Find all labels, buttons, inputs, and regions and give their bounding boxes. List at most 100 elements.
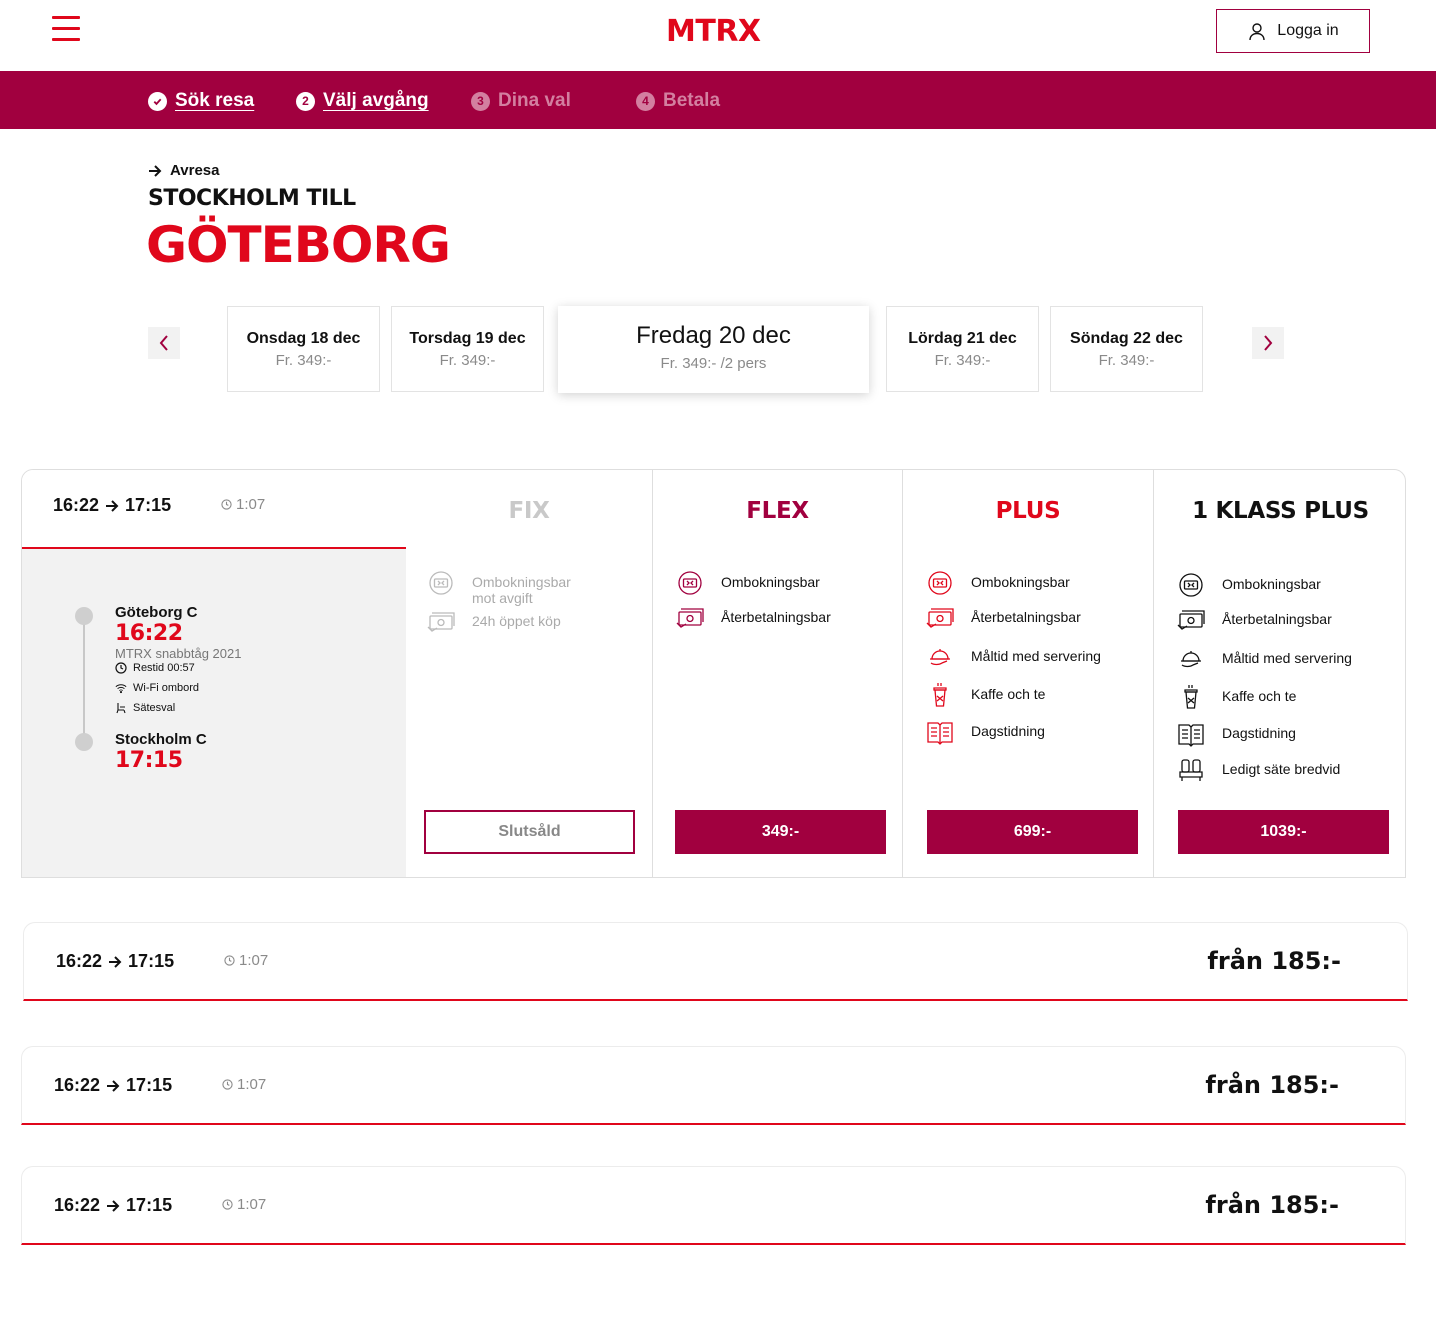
departure-row[interactable]: 16:22 17:15 1:07 från 185:- (21, 1046, 1406, 1125)
origin-time: 16:22 (115, 621, 183, 646)
depart-time: 16:22 (54, 1075, 101, 1095)
date-option[interactable]: Torsdag 19 dec Fr. 349:- (391, 306, 544, 392)
feature-text: Ombokningsbar (1222, 576, 1321, 592)
newspaper-icon (923, 718, 957, 746)
date-price: Fr. 349:- (275, 352, 332, 369)
arrow-right-icon (109, 955, 122, 968)
login-label: Logga in (1277, 22, 1339, 39)
rebook-ticket-icon (1174, 571, 1208, 599)
coffee-cup-icon (923, 681, 957, 709)
duration-text: 1:07 (236, 496, 266, 513)
user-icon (1249, 23, 1265, 41)
date-label: Torsdag 19 dec (409, 330, 526, 347)
date-option[interactable]: Söndag 22 dec Fr. 349:- (1050, 306, 1203, 392)
tier-feature: Dagstidning (1174, 720, 1296, 748)
duration: 1:07 (224, 952, 268, 969)
step-number: 4 (636, 91, 655, 111)
journey-timeline: Göteborg C 16:22 MTRX snabbtåg 2021 Rest… (22, 549, 406, 877)
feature-text: Måltid med servering (971, 648, 1101, 664)
date-price: Fr. 349:- /2 pers (660, 355, 767, 372)
step-label: Välj avgång (323, 90, 429, 111)
sold-out-button[interactable]: Slutsåld (424, 810, 635, 854)
tier-feature: Ledigt säte bredvid (1174, 756, 1340, 784)
tier-title: FLEX (746, 498, 809, 524)
arrow-right-icon (107, 1199, 120, 1212)
tier-feature: Återbetalningsbar (923, 604, 1081, 632)
date-label: Söndag 22 dec (1070, 330, 1183, 347)
mtrx-logo[interactable]: MTRX (666, 14, 761, 49)
step-search[interactable]: Sök resa (148, 90, 254, 112)
from-price: från 185:- (1205, 1071, 1339, 1099)
menu-icon[interactable] (52, 16, 80, 42)
route-to: GÖTEBORG (146, 216, 451, 274)
feature-text: 24h öppet köp (472, 613, 561, 629)
departure-row[interactable]: 16:22 17:15 1:07 från 185:- (23, 922, 1408, 1001)
date-label: Onsdag 18 dec (246, 330, 361, 347)
amenity-label: Wi-Fi ombord (133, 682, 200, 694)
clock-icon (115, 662, 127, 674)
departure-details: 16:22 17:15 1:07 Göteborg C 16:22 MTRX s… (22, 470, 406, 877)
arrow-right-icon (107, 1079, 120, 1092)
clock-icon (224, 955, 235, 966)
refund-money-icon (673, 604, 707, 632)
step-choose-departure[interactable]: 2 Välj avgång (296, 90, 429, 112)
meal-service-icon (1174, 645, 1208, 673)
timeline-stop-dot (75, 733, 93, 751)
prev-date-button[interactable] (148, 327, 180, 359)
feature-text: Återbetalningsbar (1222, 611, 1332, 627)
amenity-label: Sätesval (133, 702, 176, 714)
timeline-line (83, 617, 85, 743)
date-option-selected[interactable]: Fredag 20 dec Fr. 349:- /2 pers (558, 306, 869, 393)
feature-text: Ledigt säte bredvid (1222, 761, 1341, 777)
login-button[interactable]: Logga in (1216, 9, 1370, 53)
destination-time: 17:15 (115, 748, 183, 773)
clock-icon (222, 1079, 233, 1090)
booking-stepper: Sök resa 2 Välj avgång 3 Dina val 4 Beta… (0, 71, 1436, 129)
wifi-icon (115, 684, 127, 694)
coffee-cup-icon (1174, 683, 1208, 711)
departure-row[interactable]: 16:22 17:15 1:07 från 185:- (21, 1166, 1406, 1245)
feature-text: Måltid med servering (1222, 650, 1352, 666)
fare-tier-first-class-plus: 1 KLASS PLUS Ombokningsbar Återbetalning… (1154, 470, 1405, 877)
rebook-ticket-icon (673, 569, 707, 597)
tier-feature: Ombokningsbar (923, 569, 1070, 597)
departure-times: 16:22 17:15 (53, 495, 171, 516)
date-option[interactable]: Lördag 21 dec Fr. 349:- (886, 306, 1039, 392)
check-icon (148, 91, 167, 111)
depart-time: 16:22 (53, 495, 100, 515)
tier-title: 1 KLASS PLUS (1192, 498, 1369, 524)
duration-text: 1:07 (237, 1076, 267, 1093)
chevron-left-icon (159, 335, 168, 351)
meal-service-icon (923, 643, 957, 671)
feature-text: Återbetalningsbar (971, 609, 1081, 625)
seat-icon (116, 703, 126, 714)
tier-feature: Kaffe och te (923, 681, 1045, 709)
select-first-class-plus-button[interactable]: 1039:- (1178, 810, 1389, 854)
tier-feature: Måltid med servering (1174, 645, 1352, 673)
feature-text: Ombokningsbar mot avgift (472, 574, 571, 606)
refund-money-icon (1174, 606, 1208, 634)
timeline-stop-dot (75, 607, 93, 625)
rebook-ticket-icon (424, 569, 458, 597)
tier-feature: Ombokningsbar mot avgift (424, 569, 582, 606)
date-option[interactable]: Onsdag 18 dec Fr. 349:- (227, 306, 380, 392)
date-label: Lördag 21 dec (908, 330, 1017, 347)
route-from: STOCKHOLM TILL (148, 186, 356, 211)
step-number: 2 (296, 91, 315, 111)
select-plus-button[interactable]: 699:- (927, 810, 1138, 854)
select-flex-button[interactable]: 349:- (675, 810, 886, 854)
destination-station: Stockholm C (115, 731, 207, 748)
duration: 1:07 (222, 1196, 266, 1213)
departure-summary[interactable]: 16:22 17:15 1:07 (22, 470, 406, 549)
step-your-choices: 3 Dina val (471, 90, 571, 112)
direction-label: Avresa (148, 162, 219, 179)
tier-feature: Dagstidning (923, 718, 1045, 746)
arrow-right-icon (106, 499, 119, 512)
next-date-button[interactable] (1252, 327, 1284, 359)
fare-tier-fix: FIX Ombokningsbar mot avgift 24h öppet k… (406, 470, 653, 877)
depart-time: 16:22 (54, 1195, 101, 1215)
newspaper-icon (1174, 720, 1208, 748)
top-header: MTRX Logga in (0, 0, 1436, 71)
feature-text: Ombokningsbar (971, 574, 1070, 590)
amenity-row: Sätesval (115, 702, 175, 714)
